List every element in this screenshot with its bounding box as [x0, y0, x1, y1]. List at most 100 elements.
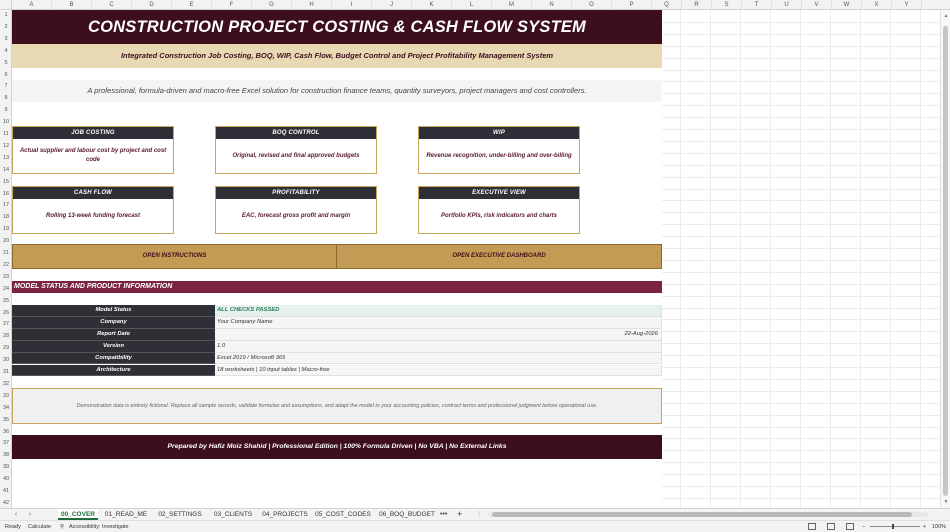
column-header-b[interactable]: B — [52, 0, 92, 10]
row-header-30[interactable]: 30 — [0, 355, 12, 367]
row-header-9[interactable]: 9 — [0, 105, 12, 117]
row-header-7[interactable]: 7 — [0, 81, 12, 93]
row-header-25[interactable]: 25 — [0, 296, 12, 308]
tab-scroll-left-icon[interactable]: ‹ — [10, 509, 22, 520]
row-header-34[interactable]: 34 — [0, 403, 12, 415]
row-header-21[interactable]: 21 — [0, 248, 12, 260]
row-header-41[interactable]: 41 — [0, 486, 12, 498]
column-header-s[interactable]: S — [712, 0, 742, 10]
select-all-corner[interactable] — [0, 0, 12, 10]
zoom-slider[interactable] — [870, 524, 920, 529]
column-header-t[interactable]: T — [742, 0, 772, 10]
tab-00-cover[interactable]: 00_COVER — [58, 509, 98, 520]
row-header-27[interactable]: 27 — [0, 319, 12, 331]
column-header-y[interactable]: Y — [892, 0, 922, 10]
tab-02-settings[interactable]: 02_SETTINGS — [154, 509, 206, 520]
zoom-level[interactable]: 100% — [932, 521, 946, 532]
row-header-14[interactable]: 14 — [0, 165, 12, 177]
row-header-11[interactable]: 11 — [0, 129, 12, 141]
tab-05-cost-codes[interactable]: 05_COST_CODES — [312, 509, 374, 520]
row-header-19[interactable]: 19 — [0, 224, 12, 236]
info-value[interactable]: 1.0 — [215, 340, 662, 353]
vertical-scroll-thumb[interactable] — [943, 26, 948, 496]
open-executive-dashboard-button[interactable]: OPEN EXECUTIVE DASHBOARD — [337, 245, 661, 268]
column-header-i[interactable]: I — [332, 0, 372, 10]
row-header-10[interactable]: 10 — [0, 117, 12, 129]
column-header-e[interactable]: E — [172, 0, 212, 10]
empty-grid-area[interactable] — [662, 10, 940, 508]
row-header-17[interactable]: 17 — [0, 200, 12, 212]
column-header-w[interactable]: W — [832, 0, 862, 10]
row-header-33[interactable]: 33 — [0, 391, 12, 403]
info-value[interactable]: 18 worksheets | 10 input tables | Macro-… — [215, 364, 662, 377]
row-header-20[interactable]: 20 — [0, 236, 12, 248]
row-header-16[interactable]: 16 — [0, 189, 12, 201]
accessibility-status[interactable]: Accessibility: Investigate — [69, 521, 129, 532]
tab-scroll-right-icon[interactable]: › — [24, 509, 36, 520]
column-header-c[interactable]: C — [92, 0, 132, 10]
column-header-k[interactable]: K — [412, 0, 452, 10]
tab-01-read-me[interactable]: 01_READ_ME — [100, 509, 152, 520]
row-header-32[interactable]: 32 — [0, 379, 12, 391]
tab-splitter-icon[interactable]: ⋮ — [476, 510, 482, 520]
tab-03-clients[interactable]: 03_CLIENTS — [208, 509, 258, 520]
row-header-12[interactable]: 12 — [0, 141, 12, 153]
row-header-26[interactable]: 26 — [0, 308, 12, 320]
row-header-2[interactable]: 2 — [0, 22, 12, 34]
row-header-1[interactable]: 1 — [0, 10, 12, 22]
add-sheet-icon[interactable]: + — [457, 509, 462, 520]
row-header-5[interactable]: 5 — [0, 58, 12, 70]
row-header-6[interactable]: 6 — [0, 70, 12, 82]
column-header-o[interactable]: O — [572, 0, 612, 10]
more-tabs-icon[interactable]: ••• — [440, 509, 447, 520]
info-value[interactable]: 22-Aug-2026 — [215, 328, 662, 341]
row-header-29[interactable]: 29 — [0, 343, 12, 355]
row-header-31[interactable]: 31 — [0, 367, 12, 379]
column-header-m[interactable]: M — [492, 0, 532, 10]
column-header-l[interactable]: L — [452, 0, 492, 10]
tab-06-boq-budget[interactable]: 06_BOQ_BUDGET — [376, 509, 438, 520]
accessibility-icon[interactable]: ⚲ — [60, 521, 64, 532]
column-header-a[interactable]: A — [12, 0, 52, 10]
row-header-24[interactable]: 24 — [0, 284, 12, 296]
vertical-scrollbar[interactable]: ▲ ▼ — [940, 10, 950, 508]
column-header-u[interactable]: U — [772, 0, 802, 10]
normal-view-icon[interactable] — [808, 523, 816, 530]
scroll-down-icon[interactable]: ▼ — [941, 498, 950, 506]
tab-04-projects[interactable]: 04_PROJECTS — [259, 509, 311, 520]
row-header-39[interactable]: 39 — [0, 462, 12, 474]
row-header-22[interactable]: 22 — [0, 260, 12, 272]
row-header-18[interactable]: 18 — [0, 212, 12, 224]
row-header-15[interactable]: 15 — [0, 177, 12, 189]
row-header-40[interactable]: 40 — [0, 474, 12, 486]
row-header-13[interactable]: 13 — [0, 153, 12, 165]
row-header-37[interactable]: 37 — [0, 438, 12, 450]
row-header-28[interactable]: 28 — [0, 331, 12, 343]
row-header-38[interactable]: 38 — [0, 450, 12, 462]
row-header-4[interactable]: 4 — [0, 46, 12, 58]
row-header-35[interactable]: 35 — [0, 415, 12, 427]
row-header-3[interactable]: 3 — [0, 34, 12, 46]
column-header-j[interactable]: J — [372, 0, 412, 10]
row-header-36[interactable]: 36 — [0, 427, 12, 439]
column-header-x[interactable]: X — [862, 0, 892, 10]
column-header-p[interactable]: P — [612, 0, 652, 10]
scroll-up-icon[interactable]: ▲ — [941, 12, 950, 20]
column-header-d[interactable]: D — [132, 0, 172, 10]
page-layout-view-icon[interactable] — [827, 523, 835, 530]
column-header-n[interactable]: N — [532, 0, 572, 10]
column-header-v[interactable]: V — [802, 0, 832, 10]
column-header-g[interactable]: G — [252, 0, 292, 10]
open-instructions-button[interactable]: OPEN INSTRUCTIONS — [13, 245, 337, 268]
calculate-button[interactable]: Calculate — [28, 521, 51, 532]
row-header-8[interactable]: 8 — [0, 93, 12, 105]
page-break-view-icon[interactable] — [846, 523, 854, 530]
horizontal-scroll-thumb[interactable] — [492, 512, 912, 517]
column-header-q[interactable]: Q — [652, 0, 682, 10]
column-header-h[interactable]: H — [292, 0, 332, 10]
zoom-in-button[interactable]: + — [923, 521, 926, 532]
column-header-r[interactable]: R — [682, 0, 712, 10]
info-value[interactable]: Your Company Name — [215, 316, 662, 329]
column-header-f[interactable]: F — [212, 0, 252, 10]
info-value[interactable]: ALL CHECKS PASSED — [215, 305, 662, 317]
